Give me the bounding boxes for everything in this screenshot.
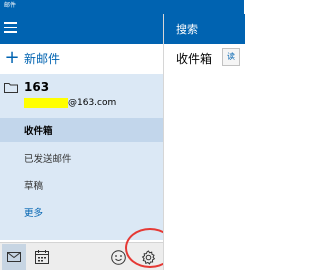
window-title: 邮件 (4, 2, 17, 9)
folder-label: 收件箱 (24, 126, 53, 137)
folder-drafts[interactable]: 草稿 (0, 173, 163, 197)
navigation-pane: + 新邮件 163 @163.com 收件箱 已发送邮件 草稿 更多 (0, 14, 175, 270)
folder-sent[interactable]: 已发送邮件 (0, 146, 163, 170)
account-panel: 163 @163.com 收件箱 已发送邮件 草稿 更多 (0, 74, 163, 240)
read-toggle-button[interactable]: 读 (222, 48, 240, 66)
search-bar[interactable]: 搜索 (164, 14, 245, 44)
title-bar: 邮件 (0, 0, 244, 14)
folder-label: 已发送邮件 (24, 154, 72, 165)
search-label: 搜索 (176, 23, 198, 36)
message-list-pane: 搜索 收件箱 读 (163, 14, 245, 270)
redacted-email-username (24, 98, 68, 108)
folder-inbox[interactable]: 收件箱 (0, 118, 163, 142)
plus-icon: + (4, 47, 20, 68)
inbox-title: 收件箱 (176, 52, 213, 66)
folder-label: 草稿 (24, 181, 44, 192)
calendar-icon[interactable] (32, 247, 52, 267)
account-email-suffix: @163.com (68, 98, 117, 108)
hamburger-menu-icon[interactable] (4, 22, 17, 33)
new-mail-button[interactable]: + 新邮件 (0, 44, 163, 72)
mail-icon[interactable] (2, 244, 26, 270)
account-name: 163 (24, 80, 50, 94)
new-mail-label: 新邮件 (24, 51, 61, 66)
folder-icon (4, 83, 18, 93)
folder-label: 更多 (24, 208, 44, 219)
nav-header (0, 14, 163, 44)
account-header[interactable]: 163 @163.com (0, 74, 163, 118)
folder-more[interactable]: 更多 (0, 200, 163, 224)
